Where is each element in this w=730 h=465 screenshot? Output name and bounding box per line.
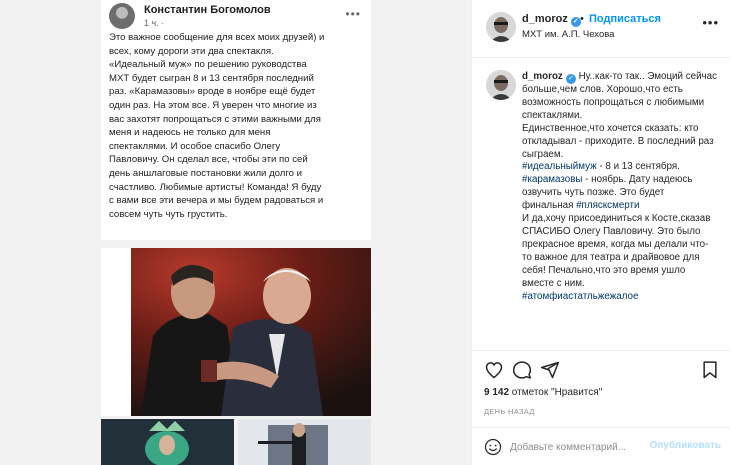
facebook-author-name: Константин Богомолов: [144, 4, 271, 16]
hashtag-link[interactable]: #идеальныймуж: [522, 161, 597, 172]
bookmark-icon[interactable]: [700, 360, 720, 380]
share-icon[interactable]: [540, 360, 560, 380]
comment-icon[interactable]: [512, 360, 532, 380]
likes-count[interactable]: 9 142 отметок "Нравится": [484, 387, 602, 398]
caption-paragraph-2: Единственное,что хочется сказать: кто от…: [522, 122, 714, 160]
separator-dot: •: [580, 13, 584, 25]
action-bar: [472, 350, 730, 386]
facebook-post-text: Это важное сообщение для всех моих друзе…: [109, 32, 325, 220]
post-sidebar: d_moroz ✓ • Подписаться МХТ им. А.П. Чехо…: [471, 0, 730, 465]
facebook-post-header: Константин Богомолов 1 ч. · •••: [109, 3, 363, 29]
hashtag-link[interactable]: #плясксмерти: [576, 200, 639, 211]
hashtag-link[interactable]: #карамазовы: [522, 174, 582, 185]
heart-icon[interactable]: [484, 360, 504, 380]
username-link[interactable]: d_moroz ✓: [522, 13, 581, 27]
emoji-icon[interactable]: [484, 438, 502, 456]
post-media[interactable]: Константин Богомолов 1 ч. · ••• Это важн…: [0, 0, 471, 465]
publish-button[interactable]: Опубликовать: [650, 440, 721, 451]
verified-icon: ✓: [565, 74, 576, 84]
comment-input[interactable]: [510, 438, 670, 456]
more-icon[interactable]: •••: [702, 15, 719, 30]
post-header: d_moroz ✓ • Подписаться МХТ им. А.П. Чехо…: [472, 0, 730, 58]
facebook-post-time: 1 ч. ·: [144, 18, 165, 28]
avatar[interactable]: [486, 12, 516, 42]
likes-label: отметок "Нравится": [509, 387, 603, 398]
username[interactable]: d_moroz: [522, 13, 568, 25]
avatar[interactable]: [486, 70, 516, 100]
facebook-post-screenshot: Константин Богомолов 1 ч. · ••• Это важн…: [101, 0, 371, 240]
hashtag-link[interactable]: #атомфиастатльжежалое: [522, 291, 638, 302]
photo-stage-performer: [238, 419, 371, 465]
likes-number: 9 142: [484, 387, 510, 398]
comment-bar: Опубликовать: [472, 427, 730, 465]
photo-embrace: [101, 248, 371, 416]
caption-area: d_moroz ✓ Ну..как-то так.. Эмоций сейчас …: [472, 58, 730, 350]
facebook-author-avatar: [109, 3, 135, 29]
photo-stage-costume: [101, 419, 234, 465]
caption-text: d_moroz ✓ Ну..как-то так.. Эмоций сейчас …: [522, 71, 718, 303]
caption-paragraph-3: И да,хочу присоединиться к Косте,сказав …: [522, 213, 711, 289]
location-link[interactable]: МХТ им. А.П. Чехова: [522, 29, 614, 40]
follow-button[interactable]: Подписаться: [589, 13, 661, 25]
post-date[interactable]: ДЕНЬ НАЗАД: [484, 407, 535, 416]
caption-text-fragment: - 8 и 13 сентября.: [596, 161, 680, 173]
more-icon: •••: [345, 7, 361, 21]
caption-username[interactable]: d_moroz: [522, 71, 563, 82]
